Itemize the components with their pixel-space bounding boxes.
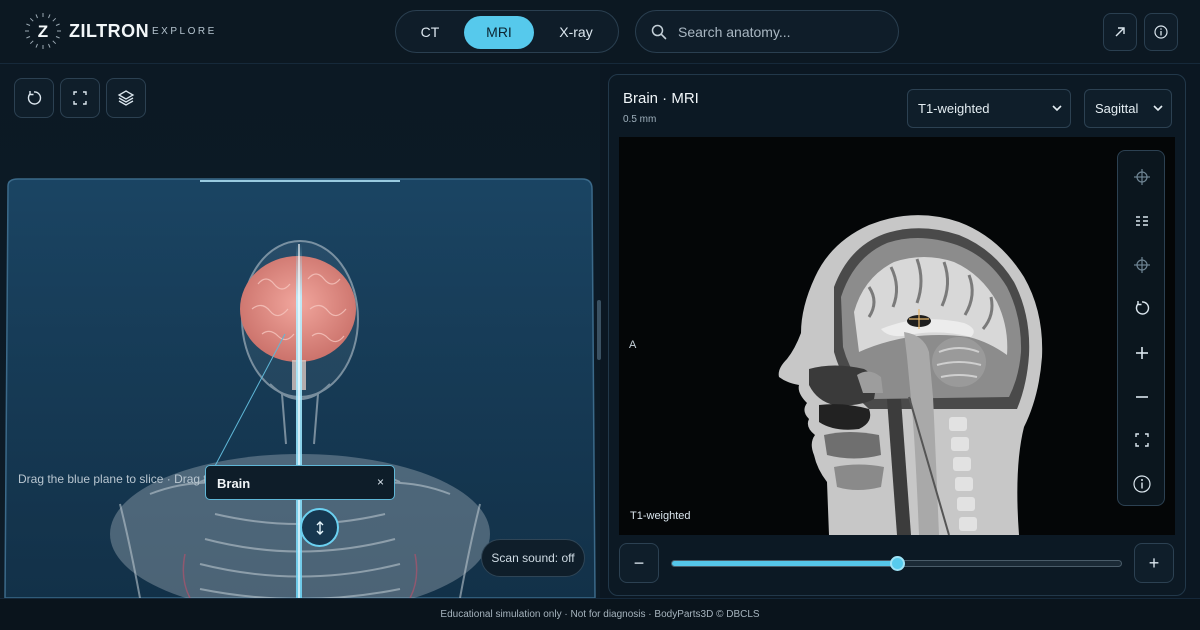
slice-thickness: 0.5 mm — [623, 114, 657, 125]
vertical-arrows-icon — [316, 520, 323, 535]
zoom-out-button[interactable] — [1130, 385, 1154, 409]
fullscreen-icon — [1135, 433, 1149, 447]
sequence-select[interactable]: T1-weighted — [907, 89, 1071, 128]
slice-slider-row: − + — [619, 543, 1175, 585]
slice-plane-handle[interactable] — [300, 508, 339, 547]
mri-image-view[interactable]: A P T1-weighted — [619, 137, 1175, 535]
crosshair-center-button[interactable] — [1130, 253, 1154, 277]
chevron-down-icon — [1153, 105, 1163, 112]
share-button[interactable] — [1103, 13, 1137, 51]
anatomy-render — [4, 178, 596, 598]
modality-switch: CT MRI X-ray — [395, 10, 619, 53]
scan-sound-toggle[interactable]: Scan sound: off — [481, 539, 585, 577]
slice-slider-thumb[interactable] — [889, 556, 905, 571]
orientation-anterior: A — [629, 339, 637, 351]
modality-mri-button[interactable]: MRI — [464, 16, 534, 49]
layers-icon — [117, 90, 135, 106]
structure-label: Brain — [217, 476, 251, 491]
slice-next-button[interactable]: + — [1134, 543, 1174, 583]
search-input[interactable] — [678, 21, 888, 43]
image-toolbar — [1117, 150, 1165, 506]
crosshair-icon — [1134, 257, 1150, 273]
modality-xray-button[interactable]: X-ray — [538, 16, 614, 49]
logo-letter: Z — [38, 22, 48, 41]
zoom-in-button[interactable] — [1130, 341, 1154, 365]
plus-icon: + — [1148, 552, 1160, 573]
fullscreen-button[interactable] — [60, 78, 100, 118]
layers-button[interactable] — [106, 78, 146, 118]
plane-select[interactable]: Sagittal — [1084, 89, 1172, 128]
list-tool-button[interactable] — [1130, 209, 1154, 233]
list-icon — [1136, 216, 1148, 226]
panel-resize-handle[interactable] — [597, 300, 601, 360]
brand-subtitle: EXPLORE — [152, 26, 217, 37]
anatomy-3d-viewer[interactable]: Drag the blue plane to slice · Drag to r… — [0, 64, 600, 598]
selected-structure-tag: Brain × — [205, 465, 395, 500]
search-icon — [651, 24, 667, 40]
chevron-down-icon — [1052, 105, 1062, 112]
reset-icon — [27, 91, 42, 105]
rotate-icon — [1135, 301, 1150, 315]
share-arrow-icon — [1115, 27, 1125, 37]
search-box — [635, 10, 899, 53]
close-tag-button[interactable]: × — [377, 475, 384, 489]
info-icon — [1133, 475, 1151, 493]
brand-name: ZILTRON — [69, 21, 150, 41]
image-info-button[interactable] — [1130, 472, 1154, 496]
slice-slider-fill — [672, 561, 897, 566]
app-header: Z ZILTRON EXPLORE CT MRI X-ray — [0, 0, 1200, 64]
zoom-in-icon — [1136, 347, 1148, 359]
mri-title: Brain · MRI — [623, 90, 699, 107]
mri-slice-panel: Brain · MRI 0.5 mm T1-weighted Sagittal — [608, 74, 1186, 596]
logo-icon: Z — [25, 13, 61, 49]
zoom-out-icon — [1136, 396, 1148, 398]
image-fullscreen-button[interactable] — [1130, 428, 1154, 452]
sequence-overlay-label: T1-weighted — [630, 510, 691, 522]
info-button[interactable] — [1144, 13, 1178, 51]
rotate-button[interactable] — [1130, 296, 1154, 320]
sequence-select-value: T1-weighted — [918, 101, 990, 116]
mri-sagittal-image — [778, 215, 1043, 535]
plane-select-value: Sagittal — [1095, 101, 1139, 116]
slice-prev-button[interactable]: − — [619, 543, 659, 583]
modality-ct-button[interactable]: CT — [400, 16, 460, 49]
minus-icon: − — [633, 552, 645, 573]
info-icon — [1154, 25, 1168, 39]
disclaimer-footer: Educational simulation only · Not for di… — [0, 598, 1200, 630]
reset-view-button[interactable] — [14, 78, 54, 118]
crosshair-icon — [1134, 169, 1150, 185]
fullscreen-icon — [73, 91, 87, 105]
crosshair-tool-button[interactable] — [1130, 165, 1154, 189]
